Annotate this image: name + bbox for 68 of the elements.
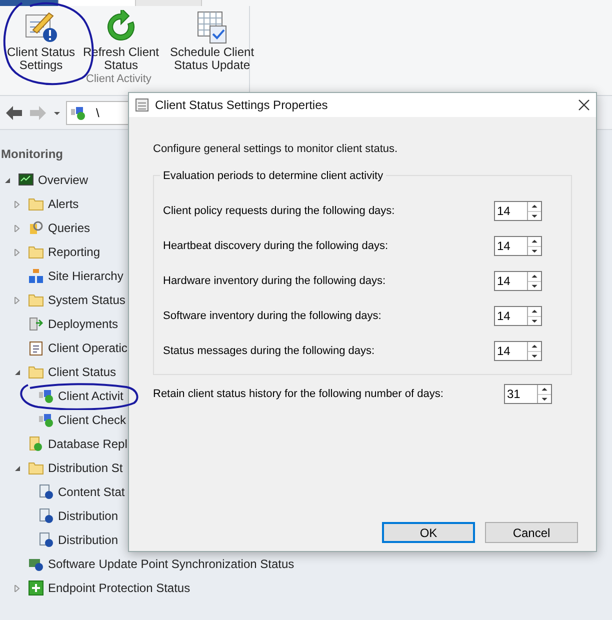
dialog-button[interactable]: OK: [382, 522, 475, 543]
folder-icon: [28, 460, 44, 476]
dialog-button[interactable]: Cancel: [485, 522, 578, 543]
folder-icon: [28, 292, 44, 308]
setting-label: Heartbeat discovery during the following days:: [163, 238, 388, 254]
tree-item[interactable]: Site Hierarchy: [48, 267, 124, 285]
number-spinner[interactable]: 14: [494, 236, 542, 256]
query-icon: [28, 220, 44, 236]
number-spinner[interactable]: 14: [494, 271, 542, 291]
window-icon: [135, 98, 149, 112]
client-icon: [38, 388, 54, 404]
group-label: Client Activity: [86, 73, 152, 85]
up-arrow-icon[interactable]: [528, 202, 541, 212]
folder-icon: [28, 244, 44, 260]
setting-label: Status messages during the following days:: [163, 344, 375, 359]
update-icon: [28, 556, 44, 572]
shield-icon: [28, 580, 44, 596]
tree-item[interactable]: Endpoint Protection Status: [48, 579, 190, 597]
tree-item[interactable]: Distribution: [58, 531, 118, 549]
sidebar-title: Monitoring: [0, 147, 63, 161]
tree-item[interactable]: Client Operatic: [48, 339, 128, 357]
deployment-icon: [28, 316, 44, 332]
setting-label: Client policy requests during the following days:: [163, 204, 395, 219]
back-arrow-icon[interactable]: [4, 104, 24, 122]
tree-item[interactable]: System Status: [48, 291, 126, 309]
setting-label: Hardware inventory during the following days:: [163, 274, 386, 289]
status-icon: [38, 484, 54, 500]
database-icon: [28, 436, 44, 452]
up-arrow-icon[interactable]: [528, 237, 541, 246]
tree-item[interactable]: Queries: [48, 219, 90, 237]
up-arrow-icon[interactable]: [538, 385, 551, 394]
status-icon: [38, 532, 54, 548]
number-spinner[interactable]: 14: [494, 306, 542, 326]
close-icon[interactable]: [578, 99, 590, 111]
calendar-icon: [196, 10, 228, 44]
tree-item[interactable]: Deployments: [48, 315, 118, 333]
folder-icon: [28, 364, 44, 380]
ribbon-tab[interactable]: [58, 0, 136, 6]
client-icon: [70, 104, 86, 120]
up-arrow-icon[interactable]: [528, 342, 541, 352]
ribbon-button[interactable]: Client Status Settings: [2, 10, 80, 72]
up-arrow-icon[interactable]: [528, 307, 541, 316]
settings-icon: [23, 10, 59, 44]
number-spinner[interactable]: 14: [494, 341, 542, 361]
status-icon: [38, 508, 54, 524]
folder-icon: [28, 196, 44, 212]
tree-item[interactable]: Alerts: [48, 195, 79, 213]
setting-label: Retain client status history for the following number of days:: [153, 386, 444, 402]
tree-item[interactable]: Distribution: [58, 507, 118, 525]
intro-text: Configure general settings to monitor client status.: [153, 142, 399, 157]
setting-label: Software inventory during the following days:: [163, 308, 382, 324]
tree-item[interactable]: Client Status: [48, 363, 116, 381]
monitor-icon: [18, 172, 34, 188]
number-spinner[interactable]: 14: [494, 201, 542, 221]
client-icon: [38, 412, 54, 428]
tree-item[interactable]: Reporting: [48, 243, 100, 261]
tree-item[interactable]: Client Activit: [58, 387, 124, 405]
up-arrow-icon[interactable]: [528, 272, 541, 282]
tree-item[interactable]: Database Repl: [48, 435, 128, 453]
hierarchy-icon: [28, 268, 44, 284]
number-spinner[interactable]: 31: [504, 384, 552, 404]
tree-item[interactable]: Distribution St: [48, 459, 123, 477]
tree-item[interactable]: Overview: [38, 171, 88, 189]
ribbon-button[interactable]: Schedule Client Status Update: [162, 10, 262, 72]
tree-item[interactable]: Software Update Point Synchronization Status: [48, 555, 294, 573]
tree-item[interactable]: Content Stat: [58, 483, 125, 501]
clipboard-icon: [28, 340, 44, 356]
tree-item[interactable]: Client Check: [58, 411, 126, 429]
